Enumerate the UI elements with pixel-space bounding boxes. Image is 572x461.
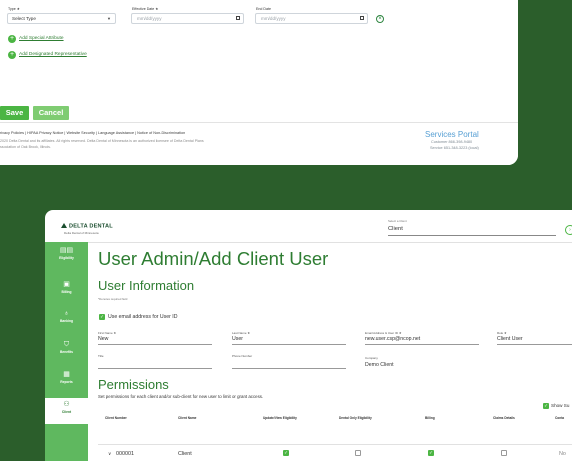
brand-name: DELTA DENTAL bbox=[69, 223, 113, 230]
end-date-placeholder: mm/dd/yyyy bbox=[261, 16, 286, 21]
shield-icon: ⛉ bbox=[63, 341, 70, 348]
update-view-eligibility-checkbox[interactable]: ✓ bbox=[283, 450, 289, 456]
service-phone: Service 651-348-3223 (local) bbox=[430, 146, 479, 150]
first-name-label: First Name ★ bbox=[98, 331, 117, 335]
type-label: Type ★ bbox=[8, 7, 21, 11]
brand-subtitle: Delta Dental of Minnesota bbox=[64, 231, 99, 235]
calendar-icon[interactable] bbox=[360, 16, 364, 20]
section-title-permissions: Permissions bbox=[98, 377, 169, 392]
role-underline bbox=[497, 344, 572, 345]
type-select-value: Select Type bbox=[12, 16, 36, 21]
chevron-down-icon: ▼ bbox=[107, 16, 111, 21]
effective-date-label: Effective Date ★ bbox=[132, 7, 159, 11]
footer-copyright: 2020 Delta Dental and its affiliates. Al… bbox=[0, 139, 204, 143]
use-email-checkbox[interactable]: ✓ bbox=[99, 314, 105, 320]
sidebar-item-billing[interactable]: ▣ Billing bbox=[45, 281, 88, 303]
contact-cell: No bbox=[559, 451, 566, 457]
client-select-value: Client bbox=[388, 226, 403, 232]
required-note: *Denotes required field bbox=[98, 297, 128, 301]
column-header: Conta bbox=[555, 416, 565, 420]
save-button[interactable]: Save bbox=[0, 106, 29, 120]
sidebar-item-client[interactable]: ⚇ Client bbox=[45, 398, 88, 424]
dollar-doc-icon: ▣ bbox=[63, 281, 70, 288]
show-sub-clients-checkbox[interactable]: ✓ bbox=[543, 403, 549, 409]
first-name-underline bbox=[98, 344, 212, 345]
footer-copyright-2: ssociation of Oak Brook, Illinois. bbox=[0, 145, 51, 149]
sidebar-item-label: Reports bbox=[60, 380, 73, 384]
people-icon: ⚇ bbox=[63, 401, 70, 408]
cancel-button[interactable]: Cancel bbox=[33, 106, 69, 120]
client-select-button[interactable]: › bbox=[565, 225, 572, 235]
phone-label: Phone Number bbox=[232, 354, 253, 358]
email-underline bbox=[365, 344, 479, 345]
customer-phone: Customer 866-398-9480 bbox=[431, 140, 473, 144]
services-portal-title: Services Portal bbox=[425, 130, 479, 139]
top-bar: DELTA DENTAL Delta Dental of Minnesota S… bbox=[45, 210, 572, 243]
last-name-underline bbox=[232, 344, 346, 345]
sidebar-item-label: Benefits bbox=[59, 350, 73, 354]
email-field[interactable]: new.user.csp@ncop.net bbox=[365, 336, 420, 342]
end-date-label: End Date bbox=[256, 7, 271, 11]
last-name-field[interactable]: User bbox=[232, 336, 243, 342]
client-select-label: Select a Client bbox=[388, 219, 407, 223]
report-icon: ▦ bbox=[63, 371, 70, 378]
first-name-field[interactable]: New bbox=[98, 336, 108, 342]
delta-triangle-icon bbox=[61, 223, 67, 228]
claims-details-checkbox[interactable] bbox=[501, 450, 507, 456]
email-label: Email Address & User ID ★ bbox=[365, 331, 402, 335]
column-header: Update/View Eligibility bbox=[263, 416, 297, 420]
role-label: Role ★ bbox=[497, 331, 507, 335]
remove-attribute-icon[interactable]: × bbox=[376, 15, 384, 23]
client-name-cell: Client bbox=[178, 451, 192, 457]
delta-dental-logo: DELTA DENTAL bbox=[61, 223, 113, 230]
title-field[interactable] bbox=[98, 368, 212, 369]
calendar-icon[interactable] bbox=[236, 16, 240, 20]
sidebar-item-benefits[interactable]: ⛉ Benefits bbox=[45, 341, 88, 363]
upper-form: Type ★ Select Type ▼ Effective Date ★ mm… bbox=[0, 0, 518, 122]
page-title: User Admin/Add Client User bbox=[98, 248, 329, 269]
sidebar-item-label: Eligibility bbox=[59, 256, 74, 260]
add-icon[interactable]: + bbox=[8, 35, 16, 43]
column-header: Claims Details bbox=[493, 416, 515, 420]
permissions-subtitle: Set permissions for each client and/or s… bbox=[98, 394, 264, 399]
add-icon[interactable]: + bbox=[8, 51, 16, 59]
type-select[interactable]: Select Type ▼ bbox=[7, 13, 116, 24]
sidebar-item-label: Banking bbox=[59, 319, 73, 323]
title-label: Title bbox=[98, 354, 104, 358]
client-number-cell: 000001 bbox=[116, 451, 134, 457]
user-admin-window: DELTA DENTAL Delta Dental of Minnesota S… bbox=[45, 210, 572, 461]
id-card-icon: ▤▤ bbox=[59, 247, 74, 254]
billing-checkbox[interactable]: ✓ bbox=[428, 450, 434, 456]
sidebar-item-eligibility[interactable]: ▤▤ Eligibility bbox=[45, 247, 88, 273]
column-header: Dental Only Eligibility bbox=[339, 416, 372, 420]
use-email-label: Use email address for User ID bbox=[108, 314, 178, 320]
effective-date-input[interactable]: mm/dd/yyyy bbox=[131, 13, 244, 24]
footer-links[interactable]: rivacy Policies | HIPAA Privacy Notice |… bbox=[0, 131, 185, 135]
column-header: Billing bbox=[425, 416, 435, 420]
upper-form-panel: Type ★ Select Type ▼ Effective Date ★ mm… bbox=[0, 0, 518, 165]
expand-row-chevron-icon[interactable]: ∨ bbox=[108, 451, 111, 457]
add-designated-representative-link[interactable]: Add Designated Representative bbox=[19, 52, 87, 57]
show-sub-clients-label: Show Su bbox=[551, 403, 570, 408]
company-field: Demo Client bbox=[365, 362, 394, 368]
sidebar: ▤▤ Eligibility ▣ Billing ♁ Banking ⛉ Ben… bbox=[45, 242, 88, 461]
last-name-label: Last Name ★ bbox=[232, 331, 251, 335]
effective-date-placeholder: mm/dd/yyyy bbox=[137, 16, 162, 21]
dental-only-eligibility-checkbox[interactable] bbox=[355, 450, 361, 456]
client-select[interactable]: Client bbox=[388, 226, 556, 236]
phone-field[interactable] bbox=[232, 368, 346, 369]
column-header: Client Name bbox=[178, 416, 197, 420]
footer: rivacy Policies | HIPAA Privacy Notice |… bbox=[0, 122, 518, 165]
sidebar-item-banking[interactable]: ♁ Banking bbox=[45, 310, 88, 332]
sidebar-item-reports[interactable]: ▦ Reports bbox=[45, 371, 88, 393]
section-title-user-information: User Information bbox=[98, 278, 195, 293]
role-select[interactable]: Client User bbox=[497, 336, 523, 342]
sidebar-item-label: Billing bbox=[61, 290, 72, 294]
sidebar-item-label: Client bbox=[61, 410, 72, 414]
company-label: Company bbox=[365, 356, 378, 360]
add-special-attribute-link[interactable]: Add Special Attribute bbox=[19, 36, 64, 41]
money-bag-icon: ♁ bbox=[63, 310, 70, 317]
end-date-input[interactable]: mm/dd/yyyy bbox=[255, 13, 368, 24]
column-header: Client Number bbox=[105, 416, 127, 420]
